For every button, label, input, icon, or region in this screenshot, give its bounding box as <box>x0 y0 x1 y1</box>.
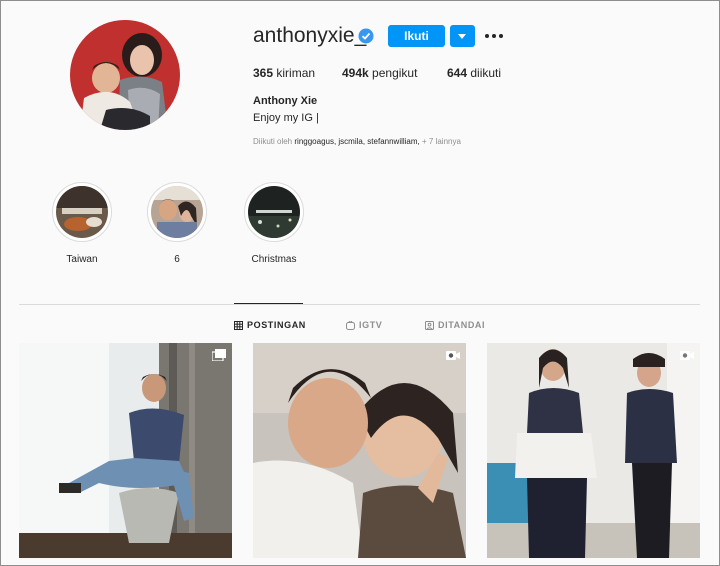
followed-by[interactable]: Diikuti oleh ringgoagus, jscmila, stefan… <box>253 137 461 146</box>
tab-tagged[interactable]: DITANDAI <box>425 320 485 330</box>
profile-full-name: Anthony Xie <box>253 95 318 107</box>
igtv-icon <box>346 320 355 330</box>
profile-username: anthonyxie_ <box>253 24 367 47</box>
tab-igtv[interactable]: IGTV <box>346 320 382 330</box>
highlight-christmas[interactable]: Christmas <box>244 182 304 265</box>
follow-button[interactable]: Ikuti <box>388 25 445 47</box>
suggestions-dropdown-button[interactable] <box>450 25 475 47</box>
tab-posts[interactable]: POSTINGAN <box>234 320 306 330</box>
grid-icon <box>234 320 243 330</box>
followed-by-prefix: Diikuti oleh <box>253 137 293 146</box>
post-thumbnail[interactable] <box>487 343 700 558</box>
post-thumbnail[interactable] <box>253 343 466 558</box>
post-thumbnail[interactable] <box>19 343 232 558</box>
following-count-label: diikuti <box>470 66 502 80</box>
chevron-down-icon <box>458 34 466 39</box>
followers-link[interactable]: 494k pengikut <box>342 66 417 80</box>
tab-tagged-label: DITANDAI <box>438 320 486 330</box>
followed-by-names: ringgoagus, jscmila, stefannwilliam, <box>294 137 420 146</box>
profile-avatar[interactable] <box>70 20 180 130</box>
posts-count-value: 365 <box>253 66 274 80</box>
highlight-cover <box>248 186 300 238</box>
highlight-cover <box>151 186 203 238</box>
highlight-cover <box>56 186 108 238</box>
followers-count-label: pengikut <box>372 66 418 80</box>
highlight-label: Christmas <box>251 254 297 265</box>
profile-bio: Enjoy my IG | <box>253 112 319 124</box>
active-tab-indicator <box>234 303 303 304</box>
highlight-label: 6 <box>174 254 180 265</box>
tab-igtv-label: IGTV <box>359 320 383 330</box>
highlight-label: Taiwan <box>66 254 98 265</box>
highlight-ring <box>147 182 207 242</box>
video-camera-icon <box>446 351 460 360</box>
highlight-ring <box>52 182 112 242</box>
posts-count-label: kiriman <box>276 66 316 80</box>
followed-by-more: + 7 lainnya <box>422 137 461 146</box>
video-camera-icon <box>680 351 694 360</box>
more-options-icon[interactable] <box>484 26 504 46</box>
tabs-divider <box>19 304 700 305</box>
multiple-photos-icon <box>212 349 226 361</box>
tagged-icon <box>425 320 434 330</box>
following-count-value: 644 <box>447 66 468 80</box>
following-link[interactable]: 644 diikuti <box>447 66 501 80</box>
highlight-taiwan[interactable]: Taiwan <box>52 182 112 265</box>
highlight-ring <box>244 182 304 242</box>
tab-posts-label: POSTINGAN <box>247 320 306 330</box>
followers-count-value: 494k <box>342 66 369 80</box>
verified-badge-icon <box>358 28 374 44</box>
posts-count: 365 kiriman <box>253 66 315 80</box>
highlight-6[interactable]: 6 <box>147 182 207 265</box>
